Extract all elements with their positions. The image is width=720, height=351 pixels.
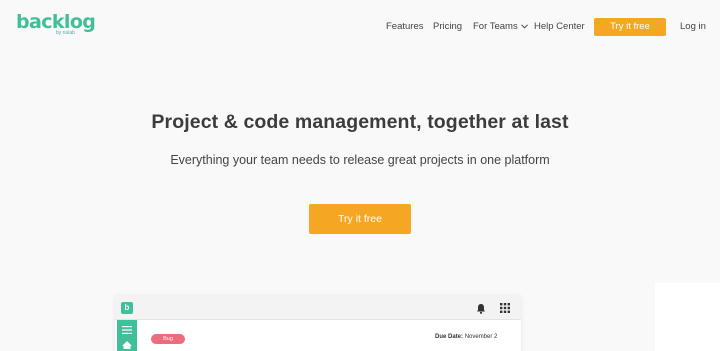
- nav-for-teams-label: For Teams: [473, 21, 518, 32]
- chevron-down-icon: [520, 24, 528, 29]
- due-date-label: Due Date:: [435, 334, 464, 340]
- hero-subtitle: Everything your team needs to release gr…: [170, 153, 550, 167]
- bug-badge: Bug: [151, 334, 185, 344]
- nav-login-link[interactable]: Log in: [680, 18, 706, 36]
- side-overlay-panel: [655, 283, 720, 351]
- apps-grid-icon: [500, 303, 510, 313]
- nav-features[interactable]: Features: [386, 18, 424, 36]
- preview-sidebar: [117, 320, 137, 351]
- due-date: Due Date: November 2: [435, 334, 497, 340]
- home-icon: [122, 341, 132, 349]
- menu-icon: [122, 326, 132, 334]
- site-header: backlog by nulab Features Pricing For Te…: [0, 0, 720, 56]
- hero-try-free-button[interactable]: Try it free: [309, 204, 411, 234]
- nav-help-center[interactable]: Help Center: [534, 18, 585, 36]
- due-date-value: November 2: [464, 334, 498, 340]
- nav-pricing[interactable]: Pricing: [433, 18, 462, 36]
- app-preview: b Bug Due Date: November 2: [115, 296, 521, 351]
- nav-for-teams[interactable]: For Teams: [473, 18, 528, 36]
- nav-try-free-button[interactable]: Try it free: [594, 18, 666, 36]
- bell-icon: [477, 304, 485, 314]
- preview-topbar: b: [115, 296, 521, 320]
- preview-logo: b: [121, 302, 133, 314]
- main-nav: Features Pricing For Teams Help Center T…: [0, 18, 720, 36]
- hero-title: Project & code management, together at l…: [151, 111, 569, 133]
